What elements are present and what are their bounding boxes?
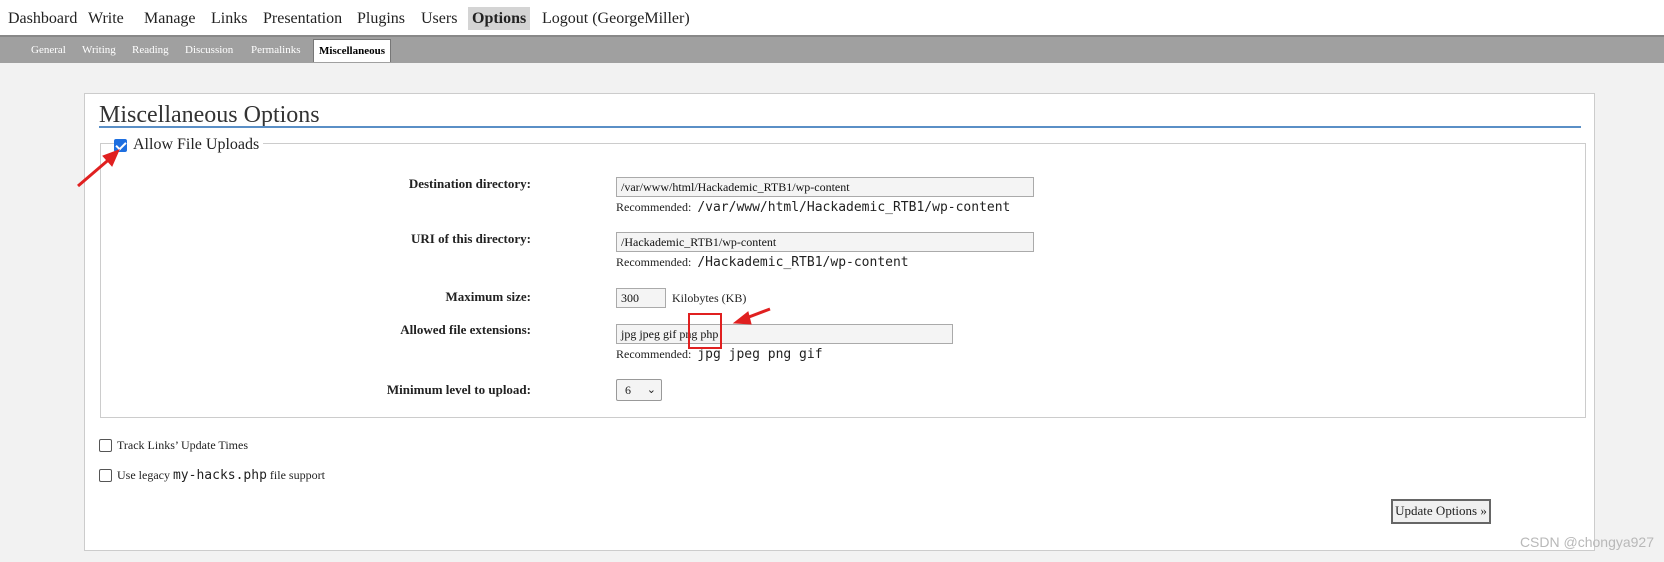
uri-input[interactable]: /Hackademic_RTB1/wp-content — [616, 232, 1034, 252]
max-size-label: Maximum size: — [445, 289, 531, 304]
subnav-permalinks[interactable]: Permalinks — [251, 43, 301, 57]
max-size-unit: Kilobytes (KB) — [672, 291, 747, 305]
subnav-discussion[interactable]: Discussion — [185, 43, 233, 57]
nav-presentation[interactable]: Presentation — [259, 7, 346, 30]
extensions-rec-prefix: Recommended: — [616, 347, 692, 361]
extensions-rec-value: jpg jpeg png gif — [697, 347, 823, 362]
extensions-label: Allowed file extensions: — [400, 322, 531, 337]
min-level-value: 6 — [625, 383, 631, 397]
watermark: CSDN @chongya927 — [1519, 534, 1654, 550]
uploads-fieldset: Destination directory: /var/www/html/Hac… — [100, 143, 1586, 418]
nav-logout[interactable]: Logout (GeorgeMiller) — [538, 7, 694, 30]
track-links-checkbox[interactable] — [99, 439, 112, 452]
subnav-miscellaneous[interactable]: Miscellaneous — [313, 39, 391, 62]
allow-uploads-legend: Allow File Uploads — [114, 136, 264, 154]
nav-plugins[interactable]: Plugins — [353, 7, 409, 30]
extensions-input[interactable]: jpg jpeg gif png php — [616, 324, 953, 344]
uri-label: URI of this directory: — [411, 231, 531, 246]
subnav-writing[interactable]: Writing — [82, 43, 116, 57]
update-options-button[interactable]: Update Options » — [1391, 499, 1491, 524]
allow-uploads-checkbox[interactable] — [114, 138, 127, 152]
dest-dir-rec-prefix: Recommended: — [616, 200, 692, 214]
track-links-label[interactable]: Track Links’ Update Times — [117, 438, 248, 453]
nav-links[interactable]: Links — [207, 7, 251, 30]
track-links-row: Track Links’ Update Times — [99, 438, 248, 453]
options-panel: Miscellaneous Options Destination direct… — [84, 93, 1595, 551]
uri-rec-value: /Hackademic_RTB1/wp-content — [697, 255, 909, 270]
nav-manage[interactable]: Manage — [140, 7, 200, 30]
nav-options[interactable]: Options — [468, 7, 531, 30]
chevron-down-icon: ⌄ — [646, 384, 656, 396]
subnav-reading[interactable]: Reading — [132, 43, 169, 57]
dest-dir-label: Destination directory: — [408, 176, 531, 191]
min-level-label: Minimum level to upload: — [386, 382, 531, 397]
page-title: Miscellaneous Options — [99, 102, 320, 128]
top-nav: Dashboard Write Manage Links Presentatio… — [0, 0, 1664, 37]
legacy-hacks-checkbox[interactable] — [99, 469, 112, 482]
annotation-highlight-box — [688, 313, 722, 349]
nav-write[interactable]: Write — [84, 7, 128, 30]
max-size-input[interactable]: 300 — [616, 288, 666, 308]
subnav-general[interactable]: General — [31, 43, 66, 57]
min-level-select[interactable]: 6 ⌄ — [616, 379, 662, 401]
dest-dir-input[interactable]: /var/www/html/Hackademic_RTB1/wp-content — [616, 177, 1034, 197]
legacy-hacks-row: Use legacy my-hacks.php file support — [99, 468, 325, 483]
legacy-suffix[interactable]: file support — [270, 468, 325, 483]
allow-uploads-label[interactable]: Allow File Uploads — [133, 136, 259, 154]
title-rule — [99, 126, 1581, 128]
uri-rec-prefix: Recommended: — [616, 255, 692, 269]
nav-users[interactable]: Users — [417, 7, 461, 30]
uri-recommended: Recommended: /Hackademic_RTB1/wp-content — [616, 255, 909, 270]
nav-dashboard[interactable]: Dashboard — [4, 7, 81, 30]
extensions-recommended: Recommended: jpg jpeg png gif — [616, 347, 823, 362]
sub-nav: General Writing Reading Discussion Perma… — [0, 37, 1664, 63]
legacy-prefix[interactable]: Use legacy — [117, 468, 170, 483]
legacy-code: my-hacks.php — [172, 468, 267, 483]
dest-dir-recommended: Recommended: /var/www/html/Hackademic_RT… — [616, 200, 1010, 215]
dest-dir-rec-value: /var/www/html/Hackademic_RTB1/wp-content — [697, 200, 1011, 215]
